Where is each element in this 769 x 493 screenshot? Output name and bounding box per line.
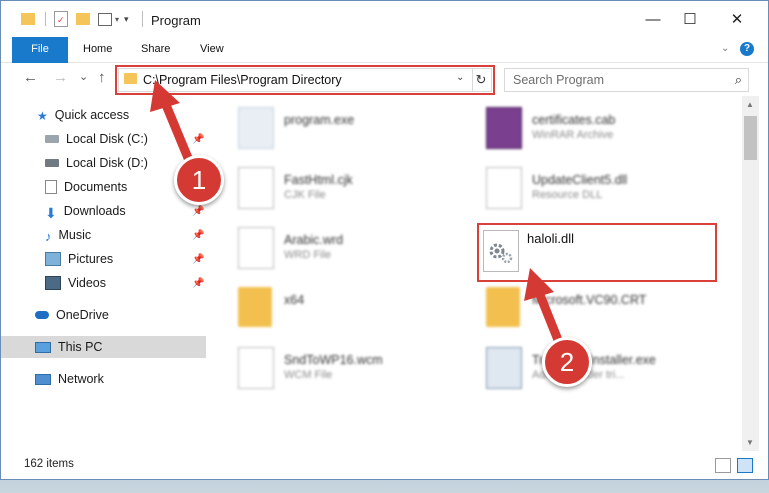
annotation-arrows	[150, 80, 565, 350]
arrow-2	[524, 268, 565, 350]
step-1-badge: 1	[174, 155, 224, 205]
arrow-1	[150, 80, 198, 175]
step-2-badge: 2	[542, 337, 592, 387]
